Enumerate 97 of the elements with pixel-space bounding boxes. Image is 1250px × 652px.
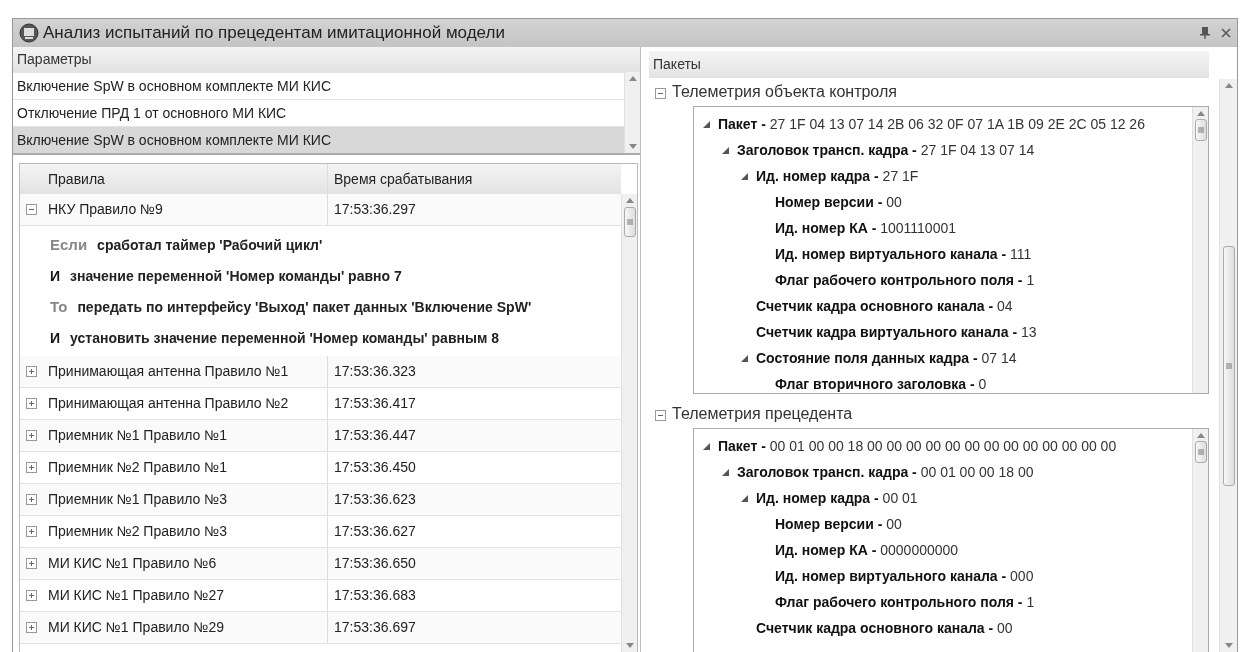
table-cell: МИ КИС №1 Правило №27	[42, 580, 328, 611]
tree-item-text[interactable]: Номер версии - 00	[775, 513, 902, 535]
expand-icon[interactable]	[25, 558, 37, 569]
table-cell-text: 17:53:36.683	[333, 586, 417, 605]
keyword-label: Если	[50, 235, 88, 256]
grip-icon	[626, 219, 633, 225]
table-cell: Принимающая антенна Правило №2	[42, 388, 328, 419]
table-cell: Принимающая антенна Правило №1	[42, 356, 328, 387]
tree-item-text[interactable]: Пакет - 00 01 00 00 18 00 00 00 00 00 00 00 00 00 00 00 00 00	[718, 435, 1117, 457]
scroll-down-icon[interactable]	[628, 144, 637, 149]
column-header[interactable]: Время срабатывания	[328, 164, 621, 194]
grip-icon	[1225, 362, 1232, 369]
scrollbar[interactable]	[1219, 79, 1237, 652]
keyword-label: И	[50, 329, 61, 348]
rule-text: значение переменной 'Номер команды' равно 7	[70, 267, 402, 286]
collapse-icon[interactable]	[655, 87, 666, 99]
tree-item-text[interactable]: Ид. номер виртуального канала - 000	[775, 565, 1034, 587]
rule-text: сработал таймер 'Рабочий цикл'	[97, 236, 323, 255]
expand-icon[interactable]	[25, 590, 37, 601]
expanded-triangle-icon[interactable]	[721, 467, 730, 477]
tree-item-text[interactable]: Флаг вторичного заголовка - 0	[775, 373, 987, 394]
table-cell-text: 17:53:36.627	[333, 522, 417, 541]
close-icon[interactable]	[1221, 28, 1231, 38]
list-item[interactable]: Включение SpW в основном комплекте МИ КИС	[13, 126, 624, 153]
scroll-up-icon[interactable]	[1196, 433, 1205, 439]
collapse-icon[interactable]	[25, 204, 37, 215]
table-cell-text: 17:53:36.417	[333, 394, 417, 413]
scroll-up-icon[interactable]	[628, 76, 637, 81]
scroll-down-icon[interactable]	[625, 643, 634, 648]
scrollbar[interactable]	[1192, 429, 1208, 652]
table-cell: МИ КИС №1 Правило №6	[42, 548, 328, 579]
tree-item-text[interactable]: Счетчик кадра основного канала - 00	[756, 617, 1013, 639]
tree-item-text[interactable]: Пакет - 27 1F 04 13 07 14 2B 06 32 0F 07 1A 1B 09 2E 2C 05 12 26	[718, 113, 1145, 135]
table-cell-text: 17:53:36.697	[333, 618, 417, 637]
window-title: Анализ испытаний по прецедентам имитационной модели	[43, 22, 505, 45]
table-cell: Приемник №2 Правило №3	[42, 516, 328, 547]
keyword-label: То	[50, 297, 68, 318]
section-title[interactable]: Телеметрия объекта контроля	[672, 80, 897, 105]
scroll-thumb[interactable]	[1194, 441, 1207, 464]
expanded-triangle-icon[interactable]	[740, 353, 749, 363]
app-icon	[19, 23, 39, 43]
scrollbar[interactable]	[624, 72, 640, 153]
tree-item-text[interactable]: Ид. номер КА - 1001110001	[775, 217, 957, 239]
keyword-label: И	[50, 267, 61, 286]
table-cell-text: 17:53:36.650	[333, 554, 417, 573]
tree-item-text[interactable]: Ид. номер КА - 0000000000	[775, 539, 959, 561]
tree-item-text[interactable]: Состояние поля данных кадра - 07 14	[756, 347, 1017, 369]
table-cell-text: 17:53:36.623	[333, 490, 417, 509]
tree-item-text[interactable]: Флаг рабочего контрольного поля - 1	[775, 269, 1035, 291]
scroll-up-icon[interactable]	[1196, 111, 1205, 117]
rule-text: установить значение переменной 'Номер команды' равным 8	[70, 329, 499, 348]
expanded-triangle-icon[interactable]	[721, 145, 730, 155]
expanded-triangle-icon[interactable]	[702, 119, 711, 129]
rule-text: передать по интерфейсу 'Выход' пакет данных 'Включение SpW'	[77, 298, 532, 317]
table-cell-text: 17:53:36.450	[333, 458, 417, 477]
table-cell-text: 17:53:36.297	[333, 200, 417, 219]
expanded-triangle-icon[interactable]	[740, 171, 749, 181]
expanded-triangle-icon[interactable]	[702, 441, 711, 451]
expand-icon[interactable]	[25, 494, 37, 505]
expanded-triangle-icon[interactable]	[740, 493, 749, 503]
section-title[interactable]: Телеметрия прецедента	[672, 402, 853, 427]
tree-item-text[interactable]: Ид. номер кадра - 00 01	[756, 487, 918, 509]
expand-icon[interactable]	[25, 526, 37, 537]
grip-icon	[1197, 127, 1204, 134]
table-cell: МИ КИС №1 Правило №29	[42, 612, 328, 643]
scrollbar[interactable]	[1192, 107, 1208, 394]
table-cell: Приемник №1 Правило №1	[42, 420, 328, 451]
table-cell: НКУ Правило №9	[42, 194, 328, 225]
tree-item-text[interactable]: Флаг рабочего контрольного поля - 1	[775, 591, 1035, 613]
pin-icon[interactable]	[1200, 27, 1210, 39]
scroll-thumb[interactable]	[1194, 119, 1207, 142]
column-header: Параметры	[13, 47, 640, 72]
table-cell-text: 17:53:36.323	[333, 362, 417, 381]
expand-icon[interactable]	[25, 398, 37, 409]
tree-item-text[interactable]: Ид. номер кадра - 27 1F	[756, 165, 919, 187]
tree-item-text[interactable]: Счетчик кадра основного канала - 04	[756, 295, 1013, 317]
scrollbar[interactable]	[621, 194, 637, 652]
scroll-up-icon[interactable]	[1224, 83, 1233, 88]
table-cell-text: 17:53:36.447	[333, 426, 417, 445]
table-cell: Приемник №1 Правило №3	[42, 484, 328, 515]
scroll-down-icon[interactable]	[1224, 643, 1233, 648]
tree-item-text[interactable]: Счетчик кадра виртуального канала - 13	[756, 321, 1037, 343]
grip-icon	[1197, 449, 1204, 456]
scroll-up-icon[interactable]	[625, 198, 634, 203]
collapse-icon[interactable]	[655, 409, 666, 421]
scroll-thumb[interactable]	[1222, 245, 1235, 486]
tree-item-text[interactable]: Номер версии - 00	[775, 191, 902, 213]
expand-icon[interactable]	[25, 462, 37, 473]
tree-item-text[interactable]: Ид. номер виртуального канала - 111	[775, 243, 1032, 265]
expand-icon[interactable]	[25, 366, 37, 377]
scroll-thumb[interactable]	[623, 207, 636, 237]
expand-icon[interactable]	[25, 430, 37, 441]
tree-item-text[interactable]: Заголовок трансп. кадра - 00 01 00 00 18 00	[737, 461, 1034, 483]
table-cell: Приемник №2 Правило №1	[42, 452, 328, 483]
expand-icon[interactable]	[25, 622, 37, 633]
tree-item-text[interactable]: Заголовок трансп. кадра - 27 1F 04 13 07 14	[737, 139, 1035, 161]
column-header: Пакеты	[649, 51, 1209, 79]
